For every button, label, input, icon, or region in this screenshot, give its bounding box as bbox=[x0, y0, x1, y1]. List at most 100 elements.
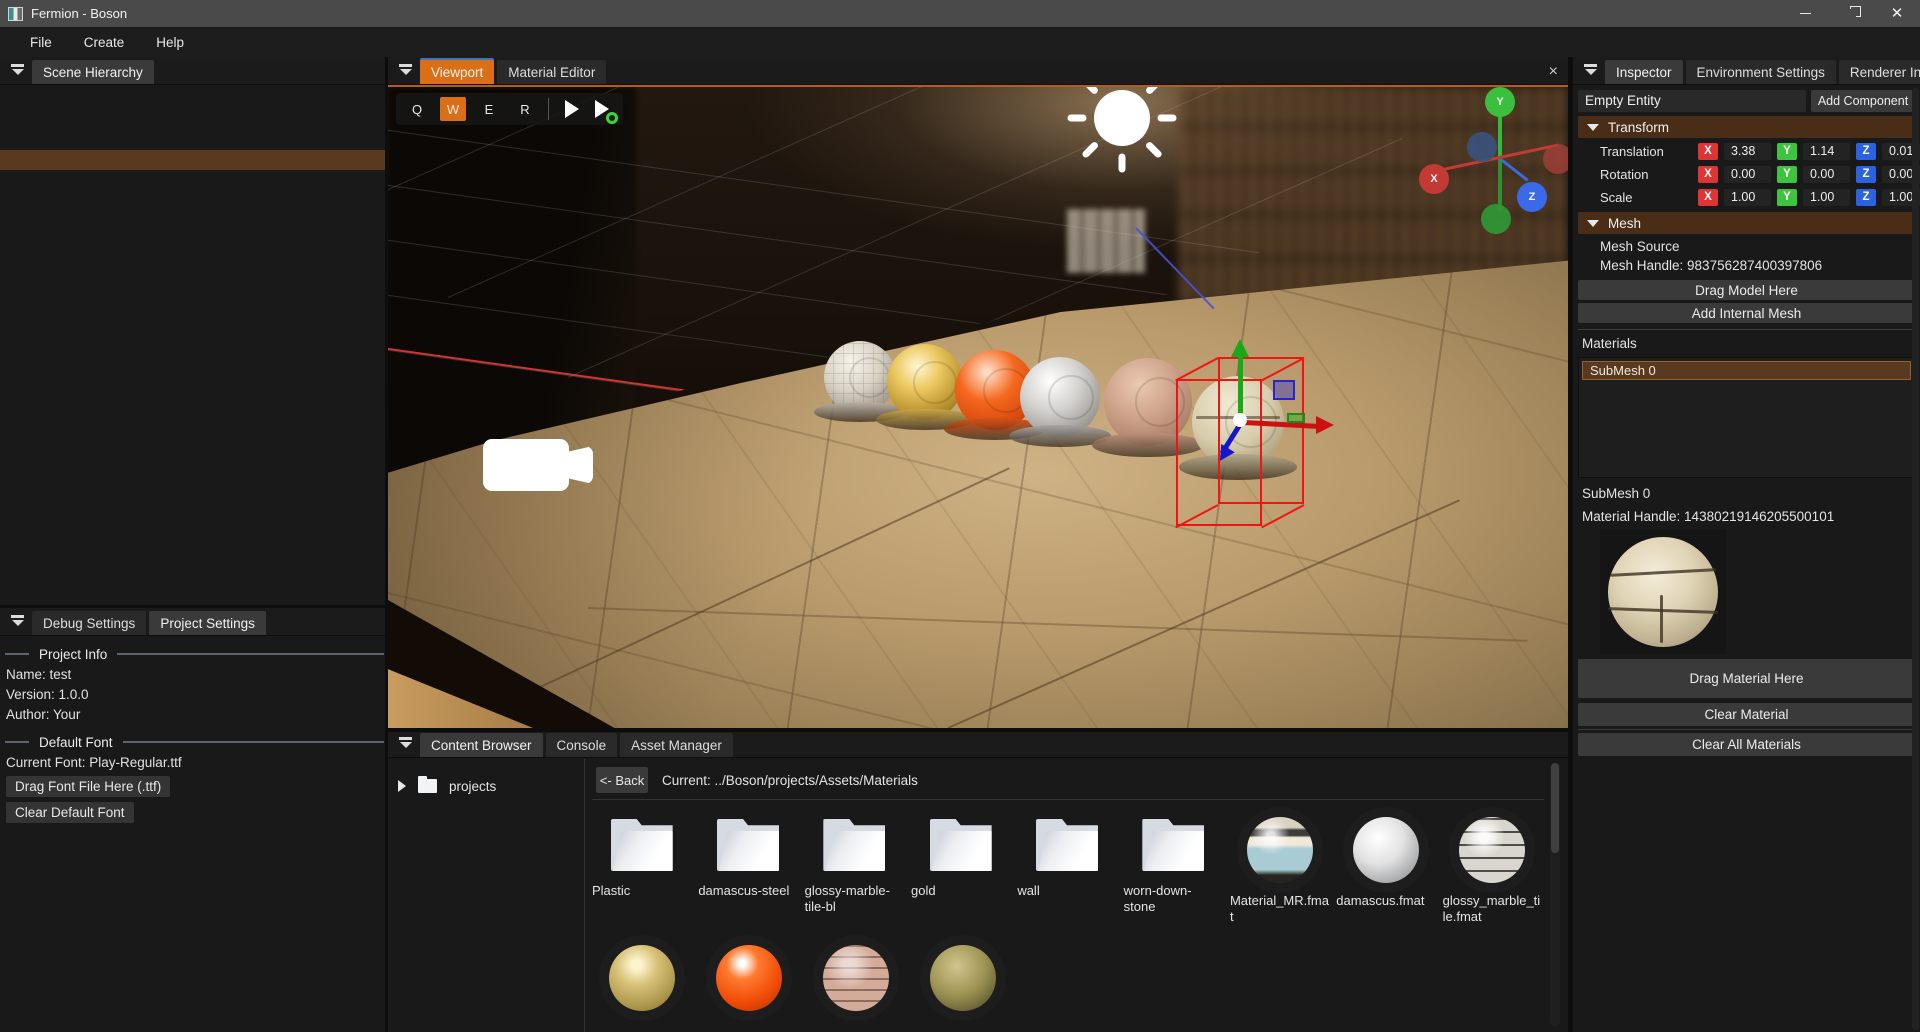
translate-gizmo-xz-plane[interactable] bbox=[1287, 413, 1305, 423]
gizmo-z-axis[interactable]: Z bbox=[1517, 182, 1547, 212]
tab-inspector[interactable]: Inspector bbox=[1605, 60, 1683, 84]
panel-collapse-button[interactable] bbox=[6, 58, 30, 82]
content-scrollbar[interactable] bbox=[1550, 763, 1560, 1026]
material-preview-sphere bbox=[1608, 537, 1718, 647]
tree-item-projects[interactable]: projects bbox=[398, 773, 496, 799]
inspector-scrollbar[interactable] bbox=[1912, 88, 1919, 1030]
translation-x-field[interactable]: 3.38 bbox=[1724, 143, 1771, 160]
tab-content-browser[interactable]: Content Browser bbox=[420, 733, 543, 757]
add-component-button[interactable]: Add Component bbox=[1811, 90, 1915, 112]
gizmo-x-axis-negative[interactable] bbox=[1543, 144, 1568, 174]
drag-model-here-button[interactable]: Drag Model Here bbox=[1578, 280, 1915, 300]
tab-viewport[interactable]: Viewport bbox=[420, 60, 494, 84]
file-item[interactable] bbox=[913, 939, 1013, 1021]
menu-item[interactable]: Create bbox=[68, 27, 141, 57]
tab-project-panel[interactable]: Project Settings bbox=[149, 611, 266, 635]
rotation-y-field[interactable]: 0.00 bbox=[1803, 166, 1850, 183]
scrollbar-thumb[interactable] bbox=[1551, 763, 1559, 853]
scene-entity-item[interactable] bbox=[0, 250, 385, 270]
menu-item[interactable]: File bbox=[14, 27, 68, 57]
rotation-x-field[interactable]: 0.00 bbox=[1724, 166, 1771, 183]
file-item[interactable]: Material_MR.fmat bbox=[1230, 811, 1329, 925]
file-item[interactable]: glossy-marble-tile-bl bbox=[805, 811, 904, 925]
file-item[interactable]: damascus-steel bbox=[698, 811, 797, 925]
sun-icon bbox=[1094, 90, 1150, 146]
menu-item[interactable]: Help bbox=[140, 27, 200, 57]
translate-gizmo-xy-plane[interactable] bbox=[1273, 380, 1295, 400]
tool-button[interactable]: R bbox=[512, 97, 538, 121]
tab-inspector[interactable]: Environment Settings bbox=[1686, 60, 1836, 84]
scale-y-field[interactable]: 1.00 bbox=[1803, 189, 1850, 206]
file-item[interactable]: wall bbox=[1017, 811, 1116, 925]
restore-button[interactable] bbox=[1828, 0, 1874, 27]
clear-material-button[interactable]: Clear Material bbox=[1578, 703, 1915, 726]
clear-default-font-button[interactable]: Clear Default Font bbox=[6, 802, 134, 823]
file-item[interactable]: worn-down-stone bbox=[1124, 811, 1223, 925]
tab-viewport[interactable]: Material Editor bbox=[497, 60, 606, 84]
view-orientation-gizmo[interactable]: Y X Z bbox=[1435, 92, 1565, 222]
shaderball-silver[interactable] bbox=[1020, 357, 1100, 437]
translate-gizmo-y-arrow[interactable] bbox=[1238, 355, 1243, 419]
viewport-3d-scene[interactable]: Y X Z bbox=[388, 85, 1568, 730]
back-button[interactable]: <- Back bbox=[596, 767, 648, 793]
drag-font-button[interactable]: Drag Font File Here (.ttf) bbox=[6, 776, 170, 797]
file-item[interactable] bbox=[806, 939, 906, 1021]
panel-close-icon[interactable]: × bbox=[1549, 64, 1558, 80]
project-version: Version: 1.0.0 bbox=[0, 685, 385, 705]
mesh-section-header[interactable]: Mesh bbox=[1578, 212, 1915, 234]
clear-all-materials-button[interactable]: Clear All Materials bbox=[1578, 733, 1915, 756]
scene-entity-item[interactable] bbox=[0, 210, 385, 230]
tab-project-panel[interactable]: Debug Settings bbox=[32, 611, 146, 635]
panel-collapse-button[interactable] bbox=[1579, 58, 1603, 82]
scene-entity-item[interactable] bbox=[0, 150, 385, 170]
horizontal-splitter[interactable] bbox=[0, 605, 385, 608]
panel-collapse-button[interactable] bbox=[394, 58, 418, 82]
play-scene-button[interactable] bbox=[589, 97, 615, 121]
file-item[interactable]: glossy_marble_tile.fmat bbox=[1443, 811, 1542, 925]
drag-material-here-button[interactable]: Drag Material Here bbox=[1578, 659, 1915, 698]
play-button[interactable] bbox=[559, 97, 585, 121]
horizontal-splitter[interactable] bbox=[388, 728, 1568, 732]
gizmo-y-axis[interactable]: Y bbox=[1485, 87, 1515, 117]
tab-content-browser[interactable]: Asset Manager bbox=[620, 733, 733, 757]
gizmo-y-axis-negative[interactable] bbox=[1481, 204, 1511, 234]
scene-entity-item[interactable] bbox=[0, 90, 385, 110]
file-item[interactable] bbox=[592, 939, 692, 1021]
default-font-title: Default Font bbox=[39, 735, 113, 750]
tab-content-browser[interactable]: Console bbox=[546, 733, 618, 757]
scene-entity-item[interactable] bbox=[0, 170, 385, 190]
tool-button[interactable]: E bbox=[476, 97, 502, 121]
add-internal-mesh-button[interactable]: Add Internal Mesh bbox=[1578, 303, 1915, 323]
panel-collapse-button[interactable] bbox=[6, 609, 30, 633]
submesh-list-item[interactable]: SubMesh 0 bbox=[1582, 361, 1911, 380]
camera-icon[interactable] bbox=[483, 439, 569, 491]
panel-collapse-button[interactable] bbox=[394, 731, 418, 755]
transform-section-header[interactable]: Transform bbox=[1578, 116, 1915, 138]
translate-gizmo-center[interactable] bbox=[1233, 413, 1247, 427]
translation-y-field[interactable]: 1.14 bbox=[1803, 143, 1850, 160]
scene-entity-item[interactable] bbox=[0, 230, 385, 250]
shaderball-tiled[interactable] bbox=[824, 341, 896, 413]
shaderball-gold[interactable] bbox=[887, 344, 963, 420]
scene-entity-item[interactable] bbox=[0, 190, 385, 210]
expand-arrow-icon[interactable] bbox=[398, 780, 406, 792]
gizmo-x-axis[interactable]: X bbox=[1419, 164, 1449, 194]
file-item[interactable]: Plastic bbox=[592, 811, 691, 925]
tab-inspector[interactable]: Renderer Info bbox=[1839, 60, 1920, 84]
vertical-splitter[interactable] bbox=[1568, 57, 1573, 1032]
tool-button[interactable]: W bbox=[440, 97, 466, 121]
entity-name-input[interactable]: Empty Entity bbox=[1578, 90, 1806, 112]
sun-light-icon[interactable] bbox=[1094, 90, 1150, 146]
file-item[interactable]: damascus.fmat bbox=[1336, 811, 1435, 925]
vertical-splitter[interactable] bbox=[385, 57, 388, 1032]
minimize-button[interactable] bbox=[1782, 0, 1828, 27]
scene-entity-item[interactable] bbox=[0, 130, 385, 150]
scene-entity-item[interactable] bbox=[0, 110, 385, 130]
file-item[interactable] bbox=[699, 939, 799, 1021]
tab-scene-hierarchy[interactable]: Scene Hierarchy bbox=[32, 60, 154, 84]
tool-button[interactable]: Q bbox=[404, 97, 430, 121]
close-button[interactable]: ✕ bbox=[1874, 0, 1920, 27]
scale-x-field[interactable]: 1.00 bbox=[1724, 189, 1771, 206]
file-item[interactable]: gold bbox=[911, 811, 1010, 925]
gizmo-z-axis-negative[interactable] bbox=[1467, 132, 1497, 162]
